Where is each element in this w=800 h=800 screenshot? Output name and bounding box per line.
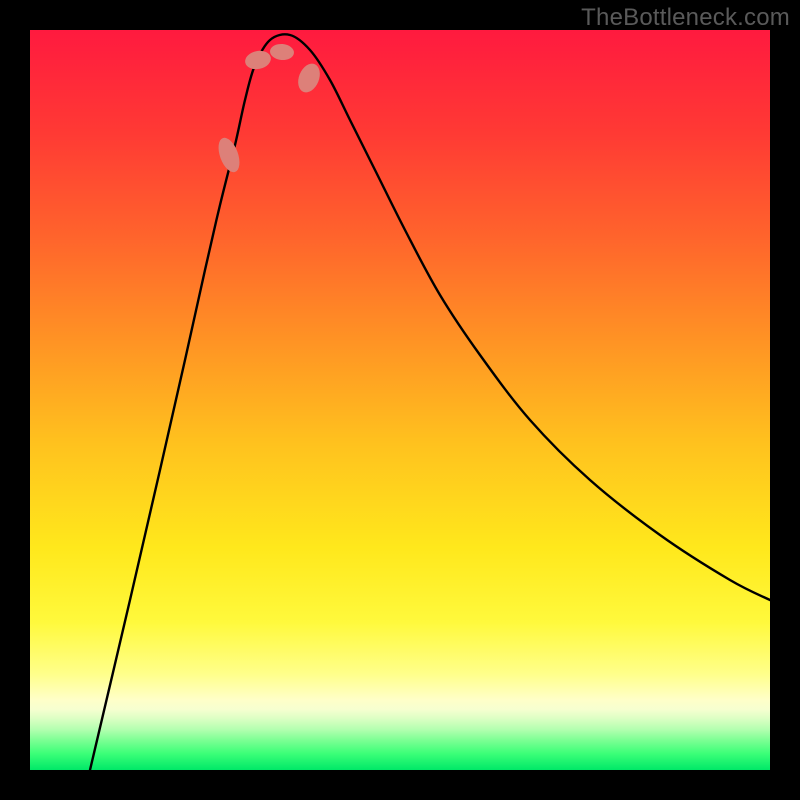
watermark-text: TheBottleneck.com <box>581 4 790 32</box>
curve-marker-3 <box>294 60 324 95</box>
curve-marker-1 <box>243 48 272 71</box>
bottleneck-curve <box>90 34 770 770</box>
curve-marker-2 <box>269 43 294 61</box>
chart-frame <box>30 30 770 770</box>
chart-svg <box>30 30 770 770</box>
curve-markers <box>214 43 324 175</box>
curve-marker-0 <box>214 135 243 175</box>
